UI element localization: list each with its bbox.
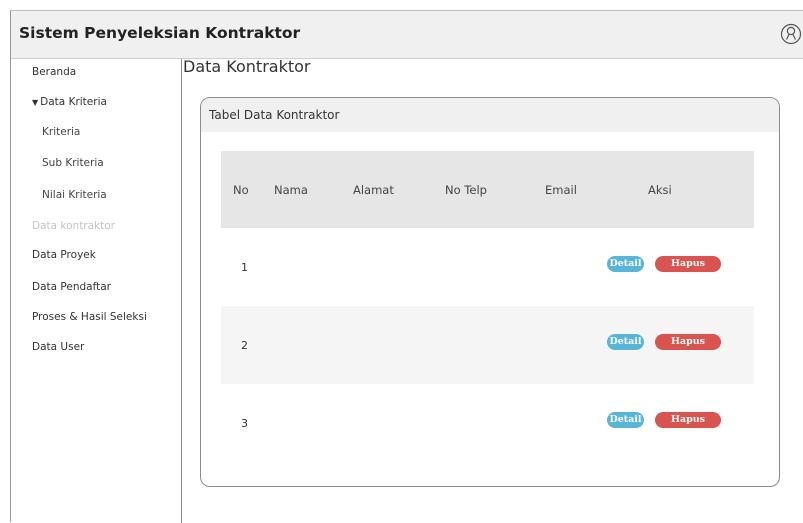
card-header: Tabel Data Kontraktor [201, 98, 779, 132]
sidebar: Beranda ▼ Data Kriteria Kriteria Sub Krit… [11, 59, 182, 523]
delete-button[interactable]: Hapus [655, 256, 721, 272]
column-header-nama: Nama [274, 183, 308, 197]
column-header-no: No [233, 183, 249, 197]
row-number: 2 [241, 339, 248, 352]
contractor-table-card: Tabel Data Kontraktor No Nama Alamat No … [200, 97, 780, 487]
table-row: 1 Detail Hapus [221, 228, 754, 306]
sidebar-item-kriteria[interactable]: Kriteria [42, 126, 80, 138]
sidebar-item-label: Data Pendaftar [32, 281, 111, 293]
detail-button[interactable]: Detail [607, 334, 644, 350]
sidebar-item-label: Sub Kriteria [42, 157, 104, 169]
sidebar-item-label: Beranda [32, 66, 77, 78]
detail-button[interactable]: Detail [607, 256, 644, 272]
sidebar-item-label: Kriteria [42, 126, 81, 138]
sidebar-item-data-kriteria[interactable]: ▼ Data Kriteria [32, 96, 107, 108]
column-header-aksi: Aksi [648, 183, 672, 197]
row-number: 3 [241, 417, 248, 430]
sidebar-item-label: Data kontraktor [32, 220, 116, 232]
column-header-email: Email [545, 183, 577, 197]
detail-button[interactable]: Detail [607, 412, 644, 428]
table-header: No Nama Alamat No Telp Email Aksi [221, 151, 754, 228]
sidebar-item-data-pendaftar[interactable]: Data Pendaftar [32, 281, 111, 293]
delete-button[interactable]: Hapus [655, 334, 721, 350]
sidebar-item-sub-kriteria[interactable]: Sub Kriteria [42, 157, 104, 169]
sidebar-item-label: Data User [32, 341, 85, 353]
page-title: Data Kontraktor [183, 57, 311, 76]
row-number: 1 [241, 261, 248, 274]
sidebar-item-label: Proses & Hasil Seleksi [32, 311, 147, 323]
caret-down-icon: ▼ [32, 98, 39, 107]
sidebar-item-data-kontraktor[interactable]: Data kontraktor [32, 220, 115, 232]
sidebar-item-label: Data Proyek [32, 249, 96, 261]
card-title: Tabel Data Kontraktor [209, 108, 340, 122]
delete-button[interactable]: Hapus [655, 412, 721, 428]
column-header-alamat: Alamat [353, 183, 394, 197]
app-title: Sistem Penyeleksian Kontraktor [19, 24, 301, 42]
column-header-no-telp: No Telp [445, 183, 487, 197]
user-icon[interactable] [780, 23, 802, 45]
sidebar-item-beranda[interactable]: Beranda [32, 66, 76, 78]
table-row: 2 Detail Hapus [221, 306, 754, 384]
sidebar-item-label: Data Kriteria [40, 96, 107, 108]
top-header: Sistem Penyeleksian Kontraktor [11, 11, 803, 59]
sidebar-item-proses-hasil-seleksi[interactable]: Proses & Hasil Seleksi [32, 311, 147, 323]
sidebar-item-data-proyek[interactable]: Data Proyek [32, 249, 96, 261]
sidebar-item-nilai-kriteria[interactable]: Nilai Kriteria [42, 189, 107, 201]
table-row: 3 Detail Hapus [221, 384, 754, 462]
sidebar-item-label: Nilai Kriteria [42, 189, 107, 201]
sidebar-item-data-user[interactable]: Data User [32, 341, 84, 353]
